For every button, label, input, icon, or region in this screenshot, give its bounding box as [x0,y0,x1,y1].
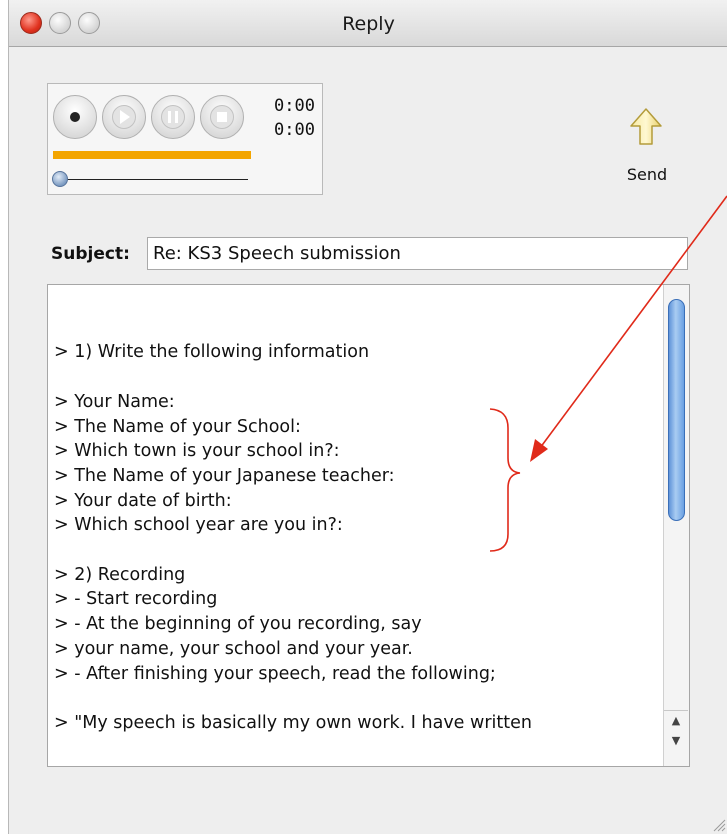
message-line: > - After finishing your speech, read th… [54,663,496,684]
message-text[interactable]: > 1) Write the following information > Y… [54,291,654,736]
play-button[interactable] [102,95,146,139]
message-line: > - Start recording [54,589,218,610]
play-icon [119,110,130,124]
resize-grip-icon[interactable] [712,818,726,832]
message-line [54,538,654,563]
vertical-scrollbar[interactable]: ▲ ▼ [663,285,689,766]
reply-window: Reply 0:00 0:00 Send Subject: Re: KS3 Sp… [8,0,727,834]
message-line: > "My speech is basically my own work. I… [54,712,532,733]
scrollbar-thumb[interactable] [668,299,685,521]
title-bar[interactable]: Reply [9,0,727,47]
message-line: > your name, your school and your year. [54,638,413,659]
stop-icon [217,112,227,122]
subject-field[interactable] [147,237,688,270]
pause-icon [168,111,178,123]
audio-recorder: 0:00 0:00 [47,83,323,195]
background-window-edge [0,0,8,834]
send-button[interactable]: Send [613,107,681,197]
scroll-down-icon[interactable]: ▼ [664,731,688,751]
send-label: Send [626,165,668,184]
record-icon [70,112,80,122]
up-arrow-icon [630,108,662,145]
recording-progress-bar [53,151,251,159]
message-line: > 1) Write the following information [54,342,370,363]
window-content: 0:00 0:00 Send Subject: Re: KS3 Speech s… [9,47,727,834]
recording-progress-fill [53,151,251,159]
total-time: 0:00 [274,120,315,140]
message-body[interactable]: > 1) Write the following information > Y… [47,284,690,767]
message-line: > Your date of birth: [54,490,232,511]
message-line [54,365,654,390]
message-line [54,316,654,341]
record-button[interactable] [53,95,97,139]
window-title: Reply [342,13,395,35]
stop-button[interactable] [200,95,244,139]
message-line: > - At the beginning of you recording, s… [54,614,422,635]
pause-button[interactable] [151,95,195,139]
message-line: > Which town is your school in?: [54,441,340,462]
scroll-up-icon[interactable]: ▲ [664,710,688,731]
pause-button-face [161,105,185,129]
message-line: > The Name of your Japanese teacher: [54,465,395,486]
message-line [54,686,654,711]
message-line: > The Name of your School: [54,416,301,437]
elapsed-time: 0:00 [274,96,315,116]
message-line [54,291,654,316]
message-line: > Which school year are you in?: [54,515,343,536]
subject-label: Subject: [51,244,130,264]
playback-slider-knob[interactable] [52,171,68,187]
stop-button-face [210,105,234,129]
message-line: > Your Name: [54,391,175,412]
playback-slider-track[interactable] [58,179,248,180]
message-line: > 2) Recording [54,564,186,585]
play-button-face [112,105,136,129]
